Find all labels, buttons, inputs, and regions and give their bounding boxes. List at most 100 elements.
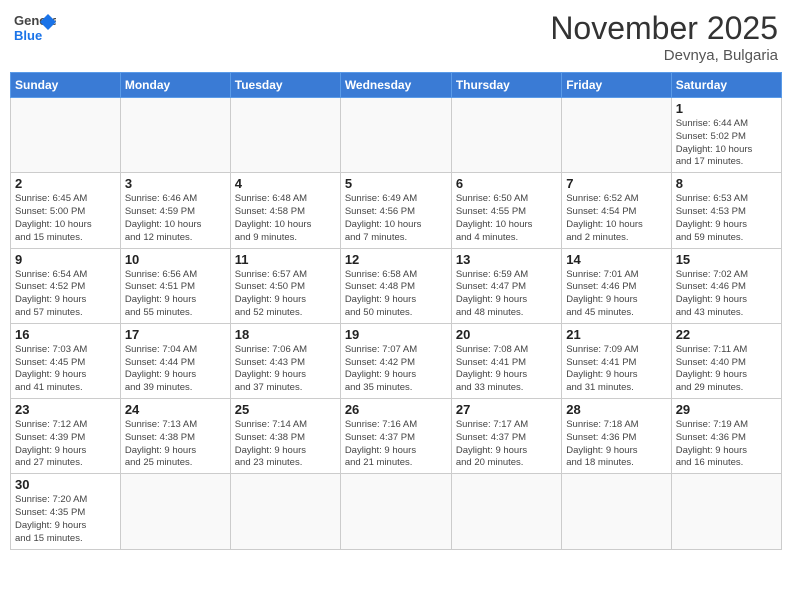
day-info: Sunrise: 7:18 AM Sunset: 4:36 PM Dayligh… <box>566 419 666 470</box>
day-cell: 1 Sunrise: 6:44 AM Sunset: 5:02 PM Daylig… <box>671 98 781 173</box>
day-cell: 30 Sunrise: 7:20 AM Sunset: 4:35 PM Dayli… <box>11 474 121 549</box>
day-cell <box>562 98 671 173</box>
day-number: 3 <box>125 176 226 191</box>
day-cell <box>120 474 230 549</box>
col-header-tuesday: Tuesday <box>230 73 340 98</box>
page-header: General Blue November 2025 Devnya, Bulga… <box>10 10 782 64</box>
col-header-sunday: Sunday <box>11 73 121 98</box>
day-info: Sunrise: 7:11 AM Sunset: 4:40 PM Dayligh… <box>676 344 777 395</box>
day-cell: 26Sunrise: 7:16 AM Sunset: 4:37 PM Dayli… <box>340 399 451 474</box>
day-info: Sunrise: 6:56 AM Sunset: 4:51 PM Dayligh… <box>125 269 226 320</box>
day-number: 22 <box>676 327 777 342</box>
day-info: Sunrise: 6:57 AM Sunset: 4:50 PM Dayligh… <box>235 269 336 320</box>
day-info: Sunrise: 6:59 AM Sunset: 4:47 PM Dayligh… <box>456 269 557 320</box>
day-number: 4 <box>235 176 336 191</box>
day-cell: 8Sunrise: 6:53 AM Sunset: 4:53 PM Daylig… <box>671 173 781 248</box>
day-cell <box>230 474 340 549</box>
day-number: 28 <box>566 402 666 417</box>
day-cell: 18Sunrise: 7:06 AM Sunset: 4:43 PM Dayli… <box>230 323 340 398</box>
day-number: 10 <box>125 252 226 267</box>
day-number: 1 <box>676 101 777 116</box>
week-row-5: 23 Sunrise: 7:12 AM Sunset: 4:39 PM Dayli… <box>11 399 782 474</box>
day-number: 27 <box>456 402 557 417</box>
month-title: November 2025 <box>550 10 778 47</box>
day-cell: 25 Sunrise: 7:14 AM Sunset: 4:38 PM Dayli… <box>230 399 340 474</box>
logo: General Blue <box>14 10 56 48</box>
logo-svg: General Blue <box>14 10 56 48</box>
title-block: November 2025 Devnya, Bulgaria <box>550 10 778 64</box>
day-number: 6 <box>456 176 557 191</box>
day-number: 16 <box>15 327 116 342</box>
week-row-4: 16 Sunrise: 7:03 AM Sunset: 4:45 PM Dayli… <box>11 323 782 398</box>
day-cell: 3 Sunrise: 6:46 AM Sunset: 4:59 PM Daylig… <box>120 173 230 248</box>
day-info: Sunrise: 6:54 AM Sunset: 4:52 PM Dayligh… <box>15 269 116 320</box>
day-number: 30 <box>15 477 116 492</box>
day-number: 21 <box>566 327 666 342</box>
day-info: Sunrise: 7:17 AM Sunset: 4:37 PM Dayligh… <box>456 419 557 470</box>
day-cell: 5Sunrise: 6:49 AM Sunset: 4:56 PM Daylig… <box>340 173 451 248</box>
day-number: 24 <box>125 402 226 417</box>
day-info: Sunrise: 7:02 AM Sunset: 4:46 PM Dayligh… <box>676 269 777 320</box>
day-cell: 19 Sunrise: 7:07 AM Sunset: 4:42 PM Dayli… <box>340 323 451 398</box>
day-cell: 23 Sunrise: 7:12 AM Sunset: 4:39 PM Dayli… <box>11 399 121 474</box>
day-cell: 11Sunrise: 6:57 AM Sunset: 4:50 PM Dayli… <box>230 248 340 323</box>
day-info: Sunrise: 7:07 AM Sunset: 4:42 PM Dayligh… <box>345 344 447 395</box>
day-info: Sunrise: 6:53 AM Sunset: 4:53 PM Dayligh… <box>676 193 777 244</box>
day-info: Sunrise: 7:14 AM Sunset: 4:38 PM Dayligh… <box>235 419 336 470</box>
day-number: 13 <box>456 252 557 267</box>
day-info: Sunrise: 6:58 AM Sunset: 4:48 PM Dayligh… <box>345 269 447 320</box>
day-number: 29 <box>676 402 777 417</box>
day-info: Sunrise: 7:08 AM Sunset: 4:41 PM Dayligh… <box>456 344 557 395</box>
day-cell: 4 Sunrise: 6:48 AM Sunset: 4:58 PM Daylig… <box>230 173 340 248</box>
day-info: Sunrise: 6:49 AM Sunset: 4:56 PM Dayligh… <box>345 193 447 244</box>
day-cell <box>671 474 781 549</box>
day-cell <box>11 98 121 173</box>
day-info: Sunrise: 7:13 AM Sunset: 4:38 PM Dayligh… <box>125 419 226 470</box>
day-cell <box>230 98 340 173</box>
day-info: Sunrise: 6:52 AM Sunset: 4:54 PM Dayligh… <box>566 193 666 244</box>
day-cell: 9Sunrise: 6:54 AM Sunset: 4:52 PM Daylig… <box>11 248 121 323</box>
day-number: 14 <box>566 252 666 267</box>
day-number: 19 <box>345 327 447 342</box>
day-cell: 24 Sunrise: 7:13 AM Sunset: 4:38 PM Dayli… <box>120 399 230 474</box>
col-header-wednesday: Wednesday <box>340 73 451 98</box>
day-cell: 2 Sunrise: 6:45 AM Sunset: 5:00 PM Daylig… <box>11 173 121 248</box>
day-number: 23 <box>15 402 116 417</box>
day-info: Sunrise: 7:12 AM Sunset: 4:39 PM Dayligh… <box>15 419 116 470</box>
day-cell: 14 Sunrise: 7:01 AM Sunset: 4:46 PM Dayli… <box>562 248 671 323</box>
week-row-2: 2 Sunrise: 6:45 AM Sunset: 5:00 PM Daylig… <box>11 173 782 248</box>
day-info: Sunrise: 7:19 AM Sunset: 4:36 PM Dayligh… <box>676 419 777 470</box>
day-cell <box>562 474 671 549</box>
day-cell: 10 Sunrise: 6:56 AM Sunset: 4:51 PM Dayli… <box>120 248 230 323</box>
day-cell <box>120 98 230 173</box>
day-number: 18 <box>235 327 336 342</box>
col-header-saturday: Saturday <box>671 73 781 98</box>
day-cell: 21Sunrise: 7:09 AM Sunset: 4:41 PM Dayli… <box>562 323 671 398</box>
week-row-6: 30 Sunrise: 7:20 AM Sunset: 4:35 PM Dayli… <box>11 474 782 549</box>
day-cell <box>451 474 561 549</box>
day-info: Sunrise: 6:48 AM Sunset: 4:58 PM Dayligh… <box>235 193 336 244</box>
day-number: 25 <box>235 402 336 417</box>
day-info: Sunrise: 6:44 AM Sunset: 5:02 PM Dayligh… <box>676 118 777 169</box>
col-header-friday: Friday <box>562 73 671 98</box>
day-number: 2 <box>15 176 116 191</box>
day-info: Sunrise: 6:46 AM Sunset: 4:59 PM Dayligh… <box>125 193 226 244</box>
calendar-table: SundayMondayTuesdayWednesdayThursdayFrid… <box>10 72 782 550</box>
day-cell <box>451 98 561 173</box>
day-info: Sunrise: 7:03 AM Sunset: 4:45 PM Dayligh… <box>15 344 116 395</box>
col-header-monday: Monday <box>120 73 230 98</box>
day-cell: 28 Sunrise: 7:18 AM Sunset: 4:36 PM Dayli… <box>562 399 671 474</box>
day-info: Sunrise: 7:20 AM Sunset: 4:35 PM Dayligh… <box>15 494 116 545</box>
day-number: 20 <box>456 327 557 342</box>
day-cell <box>340 98 451 173</box>
day-cell: 6Sunrise: 6:50 AM Sunset: 4:55 PM Daylig… <box>451 173 561 248</box>
day-info: Sunrise: 7:16 AM Sunset: 4:37 PM Dayligh… <box>345 419 447 470</box>
day-info: Sunrise: 7:01 AM Sunset: 4:46 PM Dayligh… <box>566 269 666 320</box>
day-info: Sunrise: 6:45 AM Sunset: 5:00 PM Dayligh… <box>15 193 116 244</box>
week-row-3: 9Sunrise: 6:54 AM Sunset: 4:52 PM Daylig… <box>11 248 782 323</box>
day-cell: 29 Sunrise: 7:19 AM Sunset: 4:36 PM Dayli… <box>671 399 781 474</box>
day-cell: 27 Sunrise: 7:17 AM Sunset: 4:37 PM Dayli… <box>451 399 561 474</box>
day-number: 12 <box>345 252 447 267</box>
day-cell: 13 Sunrise: 6:59 AM Sunset: 4:47 PM Dayli… <box>451 248 561 323</box>
svg-text:Blue: Blue <box>14 28 42 43</box>
